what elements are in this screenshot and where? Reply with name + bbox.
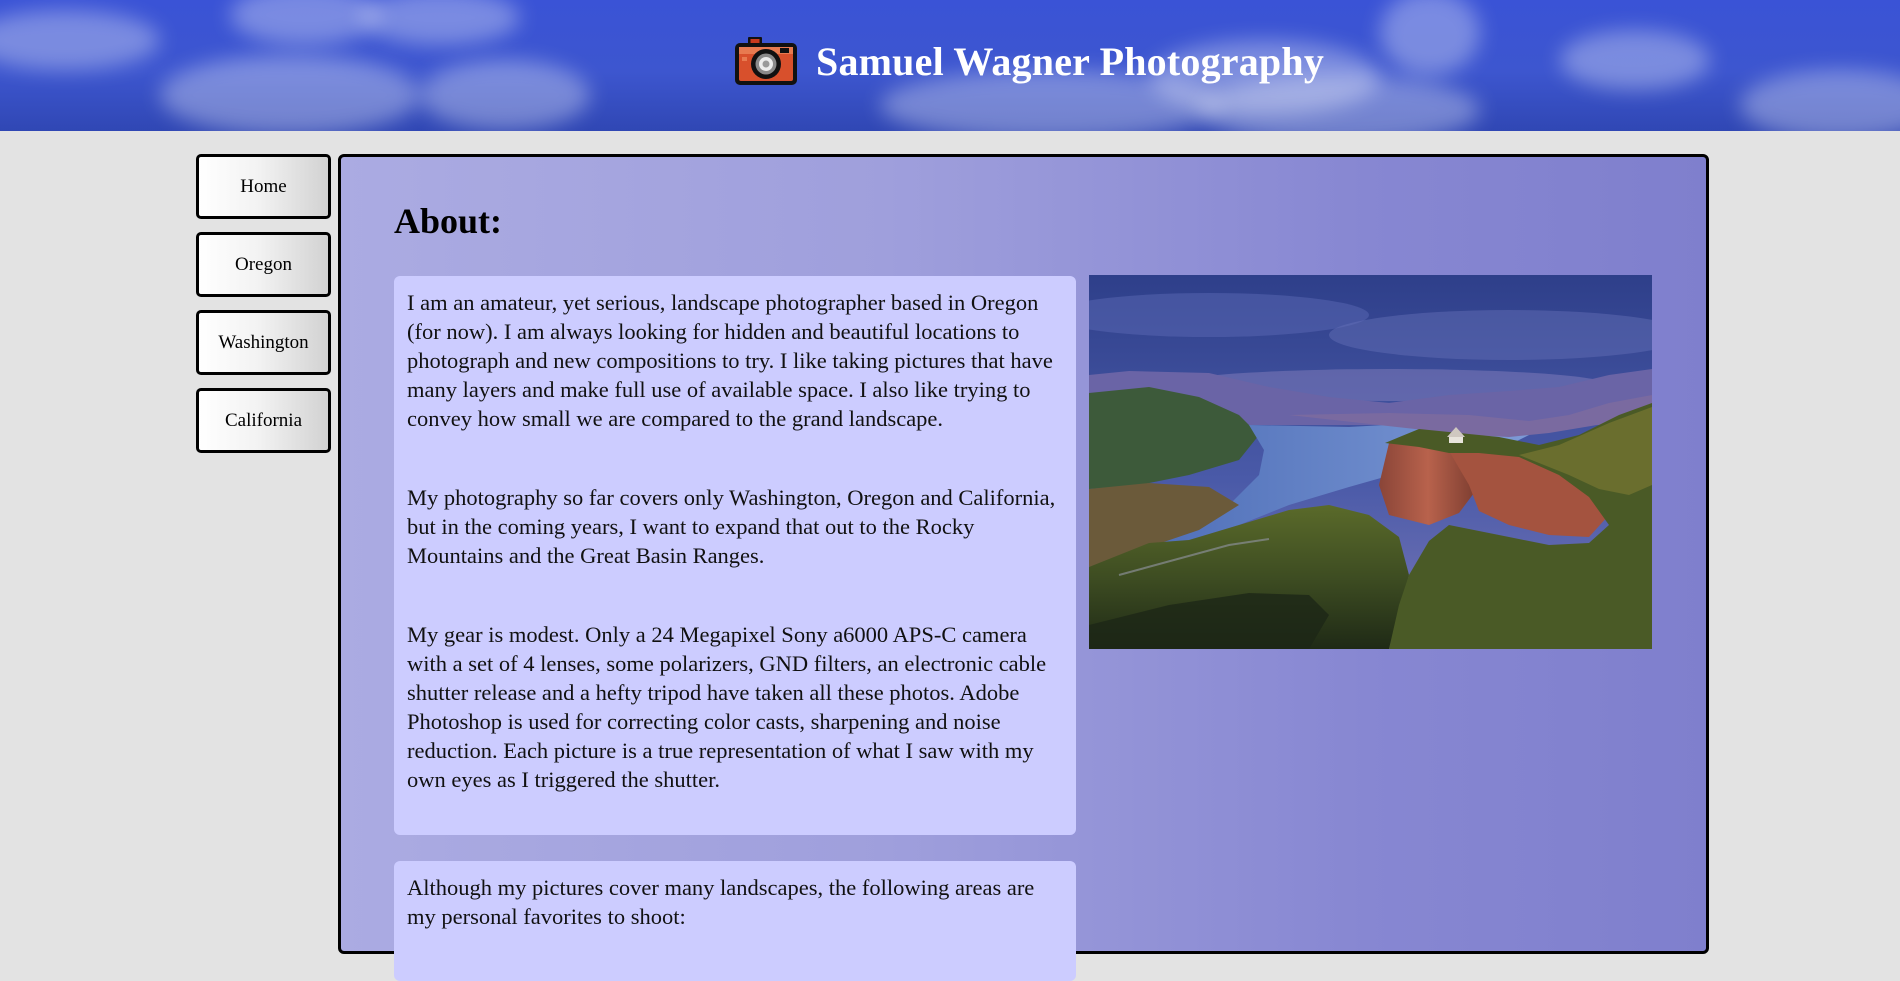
landscape-photo[interactable] xyxy=(1089,275,1652,649)
about-paragraph-1: I am an amateur, yet serious, landscape … xyxy=(407,290,1053,431)
favorite-areas-intro: Although my pictures cover many landscap… xyxy=(407,875,1035,929)
nav-button-california[interactable]: California xyxy=(196,388,331,453)
nav-button-home[interactable]: Home xyxy=(196,154,331,219)
site-header: Samuel Wagner Photography xyxy=(0,0,1900,131)
favorite-areas-box: Although my pictures cover many landscap… xyxy=(394,861,1076,981)
site-brand[interactable]: Samuel Wagner Photography xyxy=(734,30,1324,92)
camera-icon xyxy=(735,37,797,85)
about-paragraph-2: My photography so far covers only Washin… xyxy=(407,485,1056,568)
about-heading: About: xyxy=(394,201,503,241)
about-text-box: I am an amateur, yet serious, landscape … xyxy=(394,276,1076,835)
side-navigation: Home Oregon Washington California xyxy=(196,154,331,466)
about-paragraph-3: My gear is modest. Only a 24 Megapixel S… xyxy=(407,622,1047,792)
nav-button-washington[interactable]: Washington xyxy=(196,310,331,375)
nav-button-oregon[interactable]: Oregon xyxy=(196,232,331,297)
site-title[interactable]: Samuel Wagner Photography xyxy=(816,38,1324,85)
